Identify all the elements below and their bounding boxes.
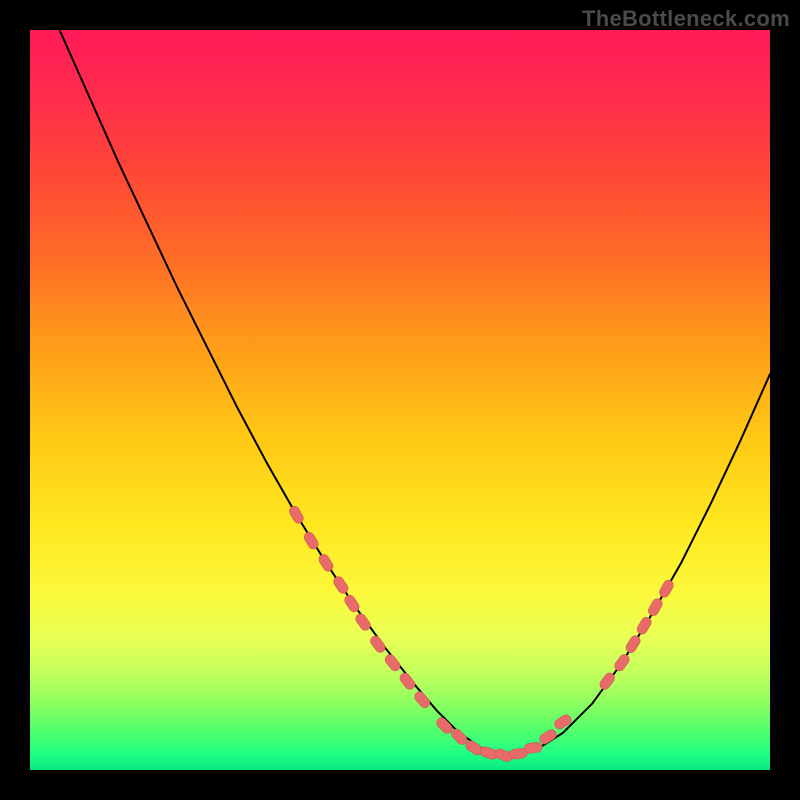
curve-marker xyxy=(635,615,653,636)
curve-marker xyxy=(332,575,350,596)
bottleneck-curve xyxy=(60,30,770,755)
curve-marker xyxy=(398,671,417,691)
watermark-text: TheBottleneck.com xyxy=(582,6,790,32)
curve-marker xyxy=(317,553,335,574)
curve-svg xyxy=(30,30,770,770)
curve-marker xyxy=(658,578,676,599)
curve-marker xyxy=(354,612,373,632)
marker-group xyxy=(288,504,676,762)
curve-marker xyxy=(368,634,387,654)
curve-marker xyxy=(646,597,664,618)
curve-marker xyxy=(613,652,632,672)
plot-area xyxy=(30,30,770,770)
curve-marker xyxy=(288,504,306,525)
curve-marker xyxy=(553,713,574,731)
stage: TheBottleneck.com xyxy=(0,0,800,800)
curve-marker xyxy=(624,634,642,655)
curve-marker xyxy=(524,742,543,754)
curve-marker xyxy=(383,653,402,673)
curve-marker xyxy=(413,690,432,710)
